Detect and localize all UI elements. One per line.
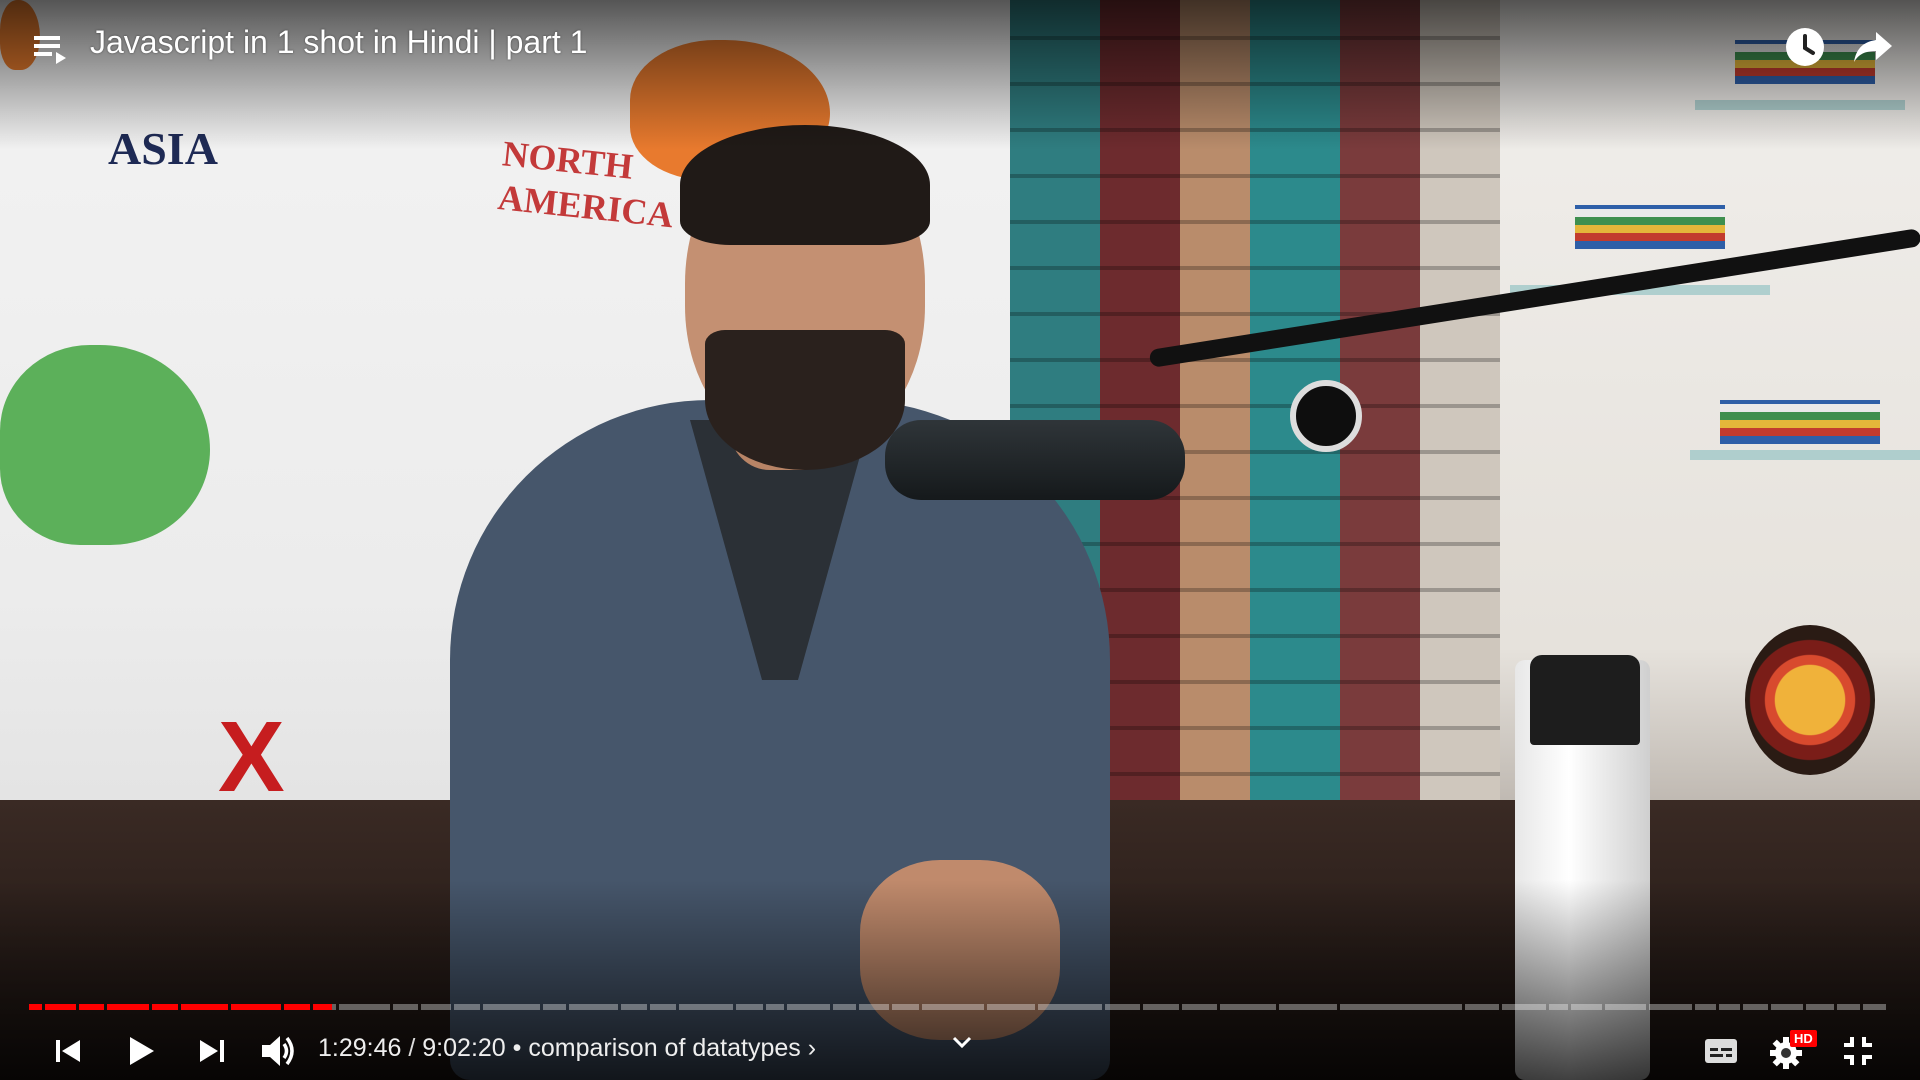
progress-chapter-segment[interactable]	[1143, 1004, 1179, 1010]
progress-chapter-segment[interactable]	[393, 1004, 418, 1010]
progress-chapter-segment[interactable]	[787, 1004, 830, 1010]
time-display: 1:29:46 / 9:02:20 • comparison of dataty…	[318, 1034, 816, 1063]
hd-badge: HD	[1790, 1030, 1817, 1047]
progress-chapter-segment[interactable]	[987, 1004, 1035, 1010]
progress-chapter-segment[interactable]	[1719, 1004, 1740, 1010]
progress-played-fill	[45, 1004, 76, 1010]
progress-chapter-segment[interactable]	[1502, 1004, 1546, 1010]
progress-chapter-segment[interactable]	[1279, 1004, 1337, 1010]
presenter-beard	[705, 330, 905, 470]
progress-chapter-segment[interactable]	[1743, 1004, 1768, 1010]
mic-mount	[1290, 380, 1362, 452]
video-title[interactable]: Javascript in 1 shot in Hindi | part 1	[90, 24, 587, 61]
progress-chapter-segment[interactable]	[621, 1004, 647, 1010]
progress-chapter-segment[interactable]	[1863, 1004, 1886, 1010]
progress-chapter-segment[interactable]	[1695, 1004, 1716, 1010]
progress-chapter-segment[interactable]	[543, 1004, 566, 1010]
microphone	[885, 420, 1185, 500]
chapter-chevron-icon: ›	[807, 1034, 817, 1062]
subtitles-icon[interactable]	[1699, 1029, 1743, 1073]
exit-fullscreen-icon[interactable]	[1836, 1029, 1880, 1073]
chevron-down-icon[interactable]	[940, 1022, 984, 1066]
progress-chapter-segment[interactable]	[766, 1004, 784, 1010]
progress-chapter-segment[interactable]	[1806, 1004, 1834, 1010]
clock-icon[interactable]	[1782, 24, 1828, 70]
progress-played-fill	[231, 1004, 281, 1010]
share-arrow-icon[interactable]	[1850, 24, 1896, 70]
chapter-title: comparison of datatypes	[528, 1034, 801, 1062]
progress-chapter-segment[interactable]	[1649, 1004, 1692, 1010]
water-bottle-cap	[1530, 655, 1640, 745]
shelf	[1690, 450, 1920, 460]
progress-chapter-segment[interactable]	[339, 1004, 390, 1010]
progress-chapter-segment[interactable]	[483, 1004, 540, 1010]
progress-chapter-segment[interactable]	[922, 1004, 984, 1010]
progress-chapter-segment[interactable]	[1837, 1004, 1860, 1010]
progress-chapter-segment[interactable]	[650, 1004, 676, 1010]
skip-previous-icon[interactable]	[46, 1029, 90, 1073]
current-time: 1:29:46	[318, 1034, 402, 1062]
books	[1720, 400, 1880, 444]
progress-chapter-segment[interactable]	[1340, 1004, 1462, 1010]
progress-chapter-segment[interactable]	[736, 1004, 763, 1010]
play-icon[interactable]	[118, 1029, 162, 1073]
progress-chapter-segment[interactable]	[1465, 1004, 1499, 1010]
progress-played-fill	[107, 1004, 149, 1010]
progress-played-fill	[284, 1004, 310, 1010]
tedx-logo: X	[218, 701, 285, 813]
player-top-bar: Javascript in 1 shot in Hindi | part 1	[0, 0, 1920, 92]
progress-chapter-segment[interactable]	[1182, 1004, 1217, 1010]
progress-chapter-segment[interactable]	[1771, 1004, 1803, 1010]
chapter-title-button[interactable]: comparison of datatypes ›	[528, 1034, 816, 1062]
time-separator: /	[408, 1034, 416, 1062]
volume-icon[interactable]	[256, 1029, 300, 1073]
progress-chapter-segment[interactable]	[569, 1004, 618, 1010]
books	[1575, 205, 1725, 249]
progress-chapter-segment[interactable]	[679, 1004, 733, 1010]
progress-bar[interactable]	[29, 1004, 1889, 1010]
decor-idol	[1745, 625, 1875, 775]
skip-next-icon[interactable]	[190, 1029, 234, 1073]
progress-chapter-segment[interactable]	[1605, 1004, 1646, 1010]
progress-chapter-segment[interactable]	[421, 1004, 451, 1010]
chapter-bullet: •	[512, 1034, 522, 1062]
progress-played-fill	[79, 1004, 104, 1010]
player-controls: 1:29:46 / 9:02:20 • comparison of dataty…	[0, 1020, 1920, 1080]
progress-chapter-segment[interactable]	[1571, 1004, 1602, 1010]
progress-chapter-segment[interactable]	[1038, 1004, 1102, 1010]
progress-played-fill	[313, 1004, 333, 1010]
progress-chapter-segment[interactable]	[833, 1004, 856, 1010]
progress-chapter-segment[interactable]	[1220, 1004, 1276, 1010]
progress-played-fill	[181, 1004, 228, 1010]
progress-played-fill	[152, 1004, 178, 1010]
progress-chapter-segment[interactable]	[454, 1004, 480, 1010]
progress-played-fill	[29, 1004, 42, 1010]
progress-chapter-segment[interactable]	[1105, 1004, 1140, 1010]
duration: 9:02:20	[422, 1034, 506, 1062]
progress-chapter-segment[interactable]	[859, 1004, 889, 1010]
progress-chapter-segment[interactable]	[892, 1004, 919, 1010]
progress-chapter-segment[interactable]	[1549, 1004, 1568, 1010]
playlist-icon[interactable]	[30, 28, 70, 68]
